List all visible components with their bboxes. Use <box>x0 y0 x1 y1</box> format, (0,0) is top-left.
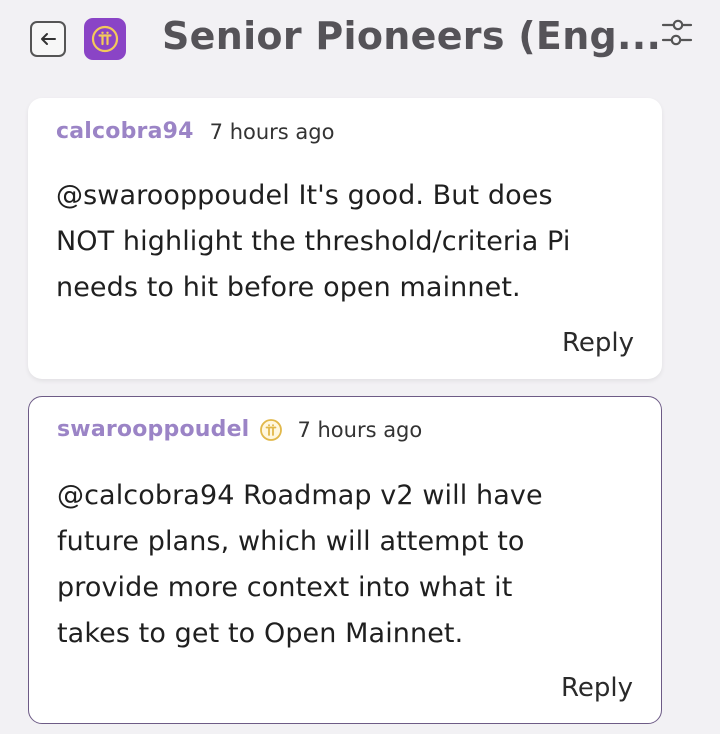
comment-author[interactable]: swarooppoudel <box>57 417 249 442</box>
pi-badge-icon <box>260 418 283 441</box>
comment-card-highlighted: swarooppoudel 7 hours ago @calcobra94 Ro… <box>28 396 662 724</box>
comment-meta: swarooppoudel 7 hours ago <box>57 417 422 442</box>
comment-card: calcobra94 7 hours ago @swarooppoudel It… <box>28 98 662 379</box>
sliders-icon[interactable] <box>660 16 694 50</box>
pi-network-logo[interactable] <box>84 18 126 60</box>
top-bar: Senior Pioneers (Eng... <box>0 0 720 80</box>
comment-timestamp: 7 hours ago <box>209 119 335 144</box>
comment-author[interactable]: calcobra94 <box>56 119 194 144</box>
reply-button[interactable]: Reply <box>561 673 633 703</box>
back-button[interactable] <box>30 21 66 57</box>
arrow-left-icon <box>41 33 56 45</box>
reply-button[interactable]: Reply <box>562 328 634 358</box>
comment-text: @swarooppoudel It's good. But does NOT h… <box>56 180 571 303</box>
comment-meta: calcobra94 7 hours ago <box>56 119 334 144</box>
page-title: Senior Pioneers (Eng... <box>162 14 662 58</box>
comment-timestamp: 7 hours ago <box>297 417 423 442</box>
comment-text: @calcobra94 Roadmap v2 will have future … <box>57 480 543 649</box>
